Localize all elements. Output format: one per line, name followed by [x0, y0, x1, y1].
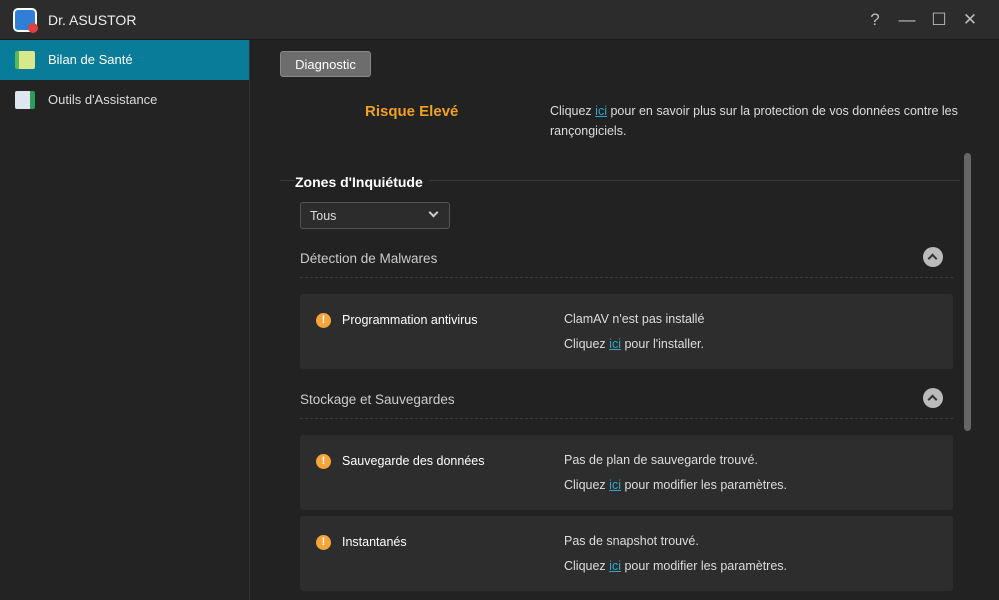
help-icon[interactable]: ? [864, 10, 886, 30]
collapse-section-button[interactable] [923, 388, 943, 408]
risk-level: Risque Elevé [365, 103, 459, 120]
section-title: Stockage et Sauvegardes [300, 392, 455, 407]
issue-message: Pas de plan de sauvegarde trouvé. Cliquez… [564, 448, 787, 498]
issue-message: ClamAV n'est pas installé Cliquez ici pou… [564, 307, 704, 357]
scrollbar[interactable] [964, 153, 971, 431]
warning-icon: ! [316, 535, 331, 550]
issue-text: pour modifier les paramètres. [620, 559, 788, 573]
issue-link[interactable]: ici [609, 559, 621, 573]
divider [300, 418, 953, 419]
issue-status: ClamAV n'est pas installé [564, 312, 705, 326]
divider [300, 277, 953, 278]
app-logo-icon [13, 8, 38, 33]
issue-link[interactable]: ici [609, 478, 621, 492]
issue-card: ! Sauvegarde des données Pas de plan de … [300, 435, 953, 510]
health-report-icon [15, 51, 35, 69]
sidebar: Bilan de Santé Outils d'Assistance [0, 40, 250, 600]
close-button[interactable]: ✕ [959, 10, 981, 30]
info-link[interactable]: ici [595, 104, 607, 118]
issue-status: Pas de snapshot trouvé. [564, 534, 699, 548]
collapse-section-button[interactable] [923, 247, 943, 267]
warning-icon: ! [316, 313, 331, 328]
maximize-button[interactable]: ☐ [928, 10, 950, 30]
filter-select[interactable]: Tous [300, 202, 450, 229]
zones-title: Zones d'Inquiétude [295, 174, 429, 190]
info-text: Cliquez [550, 104, 596, 118]
issue-status: Pas de plan de sauvegarde trouvé. [564, 453, 758, 467]
main-panel: Diagnostic Risque Elevé Cliquez ici pour… [251, 40, 999, 600]
sidebar-item-label: Outils d'Assistance [48, 92, 158, 107]
issue-name: Programmation antivirus [342, 313, 478, 327]
warning-icon: ! [316, 454, 331, 469]
issue-link[interactable]: ici [609, 337, 621, 351]
sidebar-item-label: Bilan de Santé [48, 52, 133, 67]
issue-card: ! Programmation antivirus ClamAV n'est p… [300, 294, 953, 369]
ransomware-info: Cliquez ici pour en savoir plus sur la p… [550, 101, 970, 141]
sidebar-item-bilan-de-sante[interactable]: Bilan de Santé [0, 40, 249, 80]
issue-name: Instantanés [342, 535, 407, 549]
diagnostic-button[interactable]: Diagnostic [280, 51, 371, 77]
issue-text: Cliquez [564, 559, 610, 573]
issue-text: Cliquez [564, 478, 610, 492]
issue-card: ! Instantanés Pas de snapshot trouvé. Cli… [300, 516, 953, 591]
sidebar-item-outils-assistance[interactable]: Outils d'Assistance [0, 80, 249, 120]
section-title: Détection de Malwares [300, 251, 438, 266]
issue-name: Sauvegarde des données [342, 454, 485, 468]
issue-message: Pas de snapshot trouvé. Cliquez ici pour … [564, 529, 787, 579]
issue-text: pour l'installer. [620, 337, 704, 351]
chevron-down-icon [428, 207, 439, 218]
title-bar: Dr. ASUSTOR ? — ☐ ✕ [0, 0, 999, 40]
filter-value: Tous [310, 209, 337, 223]
issue-text: pour modifier les paramètres. [620, 478, 788, 492]
minimize-button[interactable]: — [896, 10, 918, 30]
info-text: pour en savoir plus sur la protection de… [550, 104, 958, 138]
issue-text: Cliquez [564, 337, 610, 351]
window-title: Dr. ASUSTOR [48, 12, 137, 28]
assistance-tools-icon [15, 91, 35, 109]
